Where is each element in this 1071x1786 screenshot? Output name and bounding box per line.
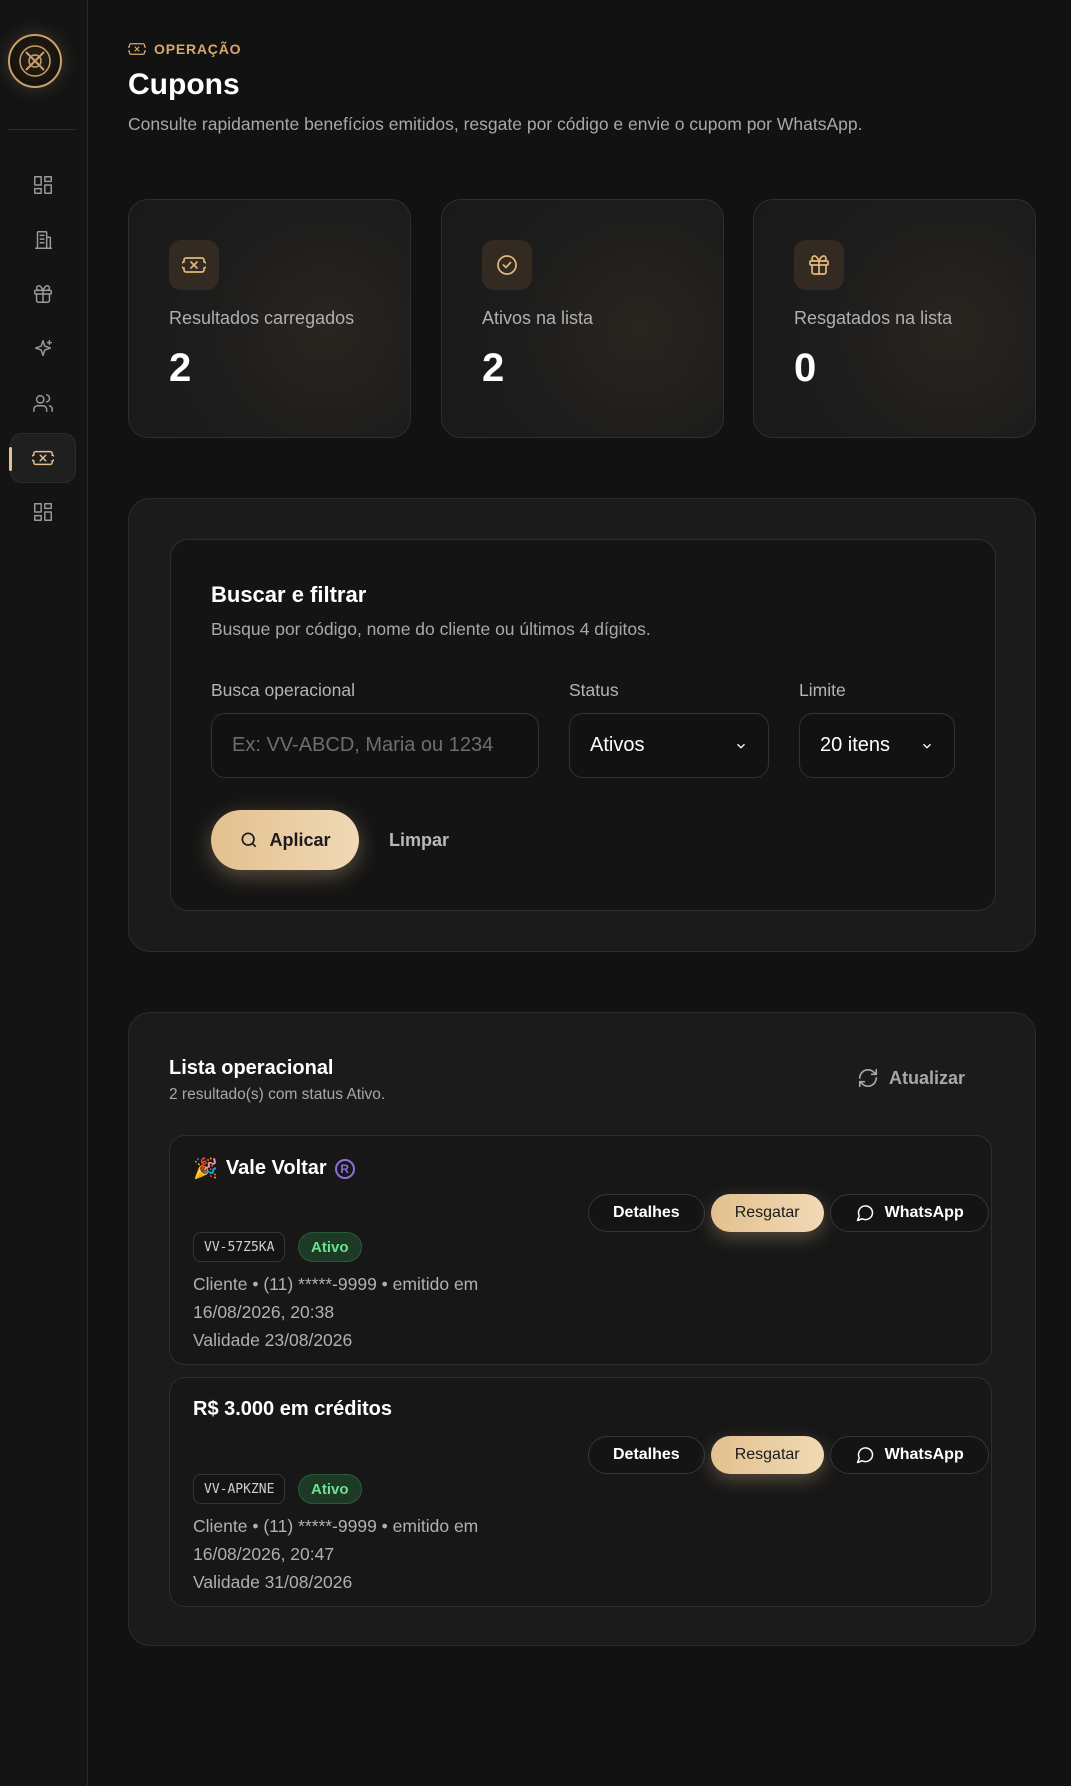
coupon-card: 🎉 Vale Voltar R VV-57Z5KA Ativo Cliente … xyxy=(169,1135,992,1365)
whatsapp-button[interactable]: WhatsApp xyxy=(829,1436,989,1474)
stat-label: Resgatados na lista xyxy=(794,308,953,328)
users-icon xyxy=(33,394,53,412)
search-icon xyxy=(241,832,257,848)
chat-bubble-icon xyxy=(856,1205,873,1222)
status-label: Status xyxy=(569,680,619,700)
sidebar-item-users[interactable] xyxy=(10,378,76,428)
stat-icon-wrap xyxy=(794,240,844,290)
refresh-label: Atualizar xyxy=(888,1067,965,1088)
chevron-down-icon xyxy=(923,743,931,749)
stat-card-loaded: Resultados carregados 2 xyxy=(128,199,411,438)
party-emoji-icon: 🎉 xyxy=(193,1158,218,1180)
coupon-issued-date: 16/08/2026, 20:38 xyxy=(193,1302,335,1322)
brand-logo[interactable] xyxy=(8,34,62,88)
stat-icon-wrap xyxy=(169,240,219,290)
coupon-name: Vale Voltar xyxy=(225,1157,327,1179)
sidebar xyxy=(0,0,88,1786)
whatsapp-label: WhatsApp xyxy=(884,1446,964,1463)
stat-value: 0 xyxy=(794,346,817,390)
details-button[interactable]: Detalhes xyxy=(588,1194,705,1232)
stat-card-active: Ativos na lista 2 xyxy=(441,199,724,438)
sidebar-divider xyxy=(8,129,76,130)
sidebar-item-dashboard-2[interactable] xyxy=(10,487,76,537)
stat-card-redeemed: Resgatados na lista 0 xyxy=(753,199,1036,438)
coupon-client-line: Cliente • (11) *****-9999 • emitido em xyxy=(193,1516,479,1536)
list-title: Lista operacional xyxy=(169,1057,334,1079)
refresh-icon xyxy=(858,1068,878,1088)
stat-value: 2 xyxy=(482,346,505,390)
refresh-button[interactable]: Atualizar xyxy=(857,1067,965,1089)
filter-form: Buscar e filtrar Busque por código, nome… xyxy=(170,539,996,911)
search-label: Busca operacional xyxy=(211,680,355,700)
stat-label: Resultados carregados xyxy=(169,308,355,328)
chevron-down-icon xyxy=(737,743,745,749)
coupon-validity: Validade 23/08/2026 xyxy=(193,1330,353,1350)
building-icon xyxy=(34,231,52,249)
limit-label: Limite xyxy=(799,680,846,700)
ticket-icon xyxy=(182,257,206,273)
coupon-list-panel: Lista operacional 2 resultado(s) com sta… xyxy=(128,1012,1036,1646)
coupon-name: R$ 3.000 em créditos xyxy=(193,1398,392,1420)
search-input[interactable]: Ex: VV-ABCD, Maria ou 1234 xyxy=(211,713,539,778)
page-title: Cupons xyxy=(128,68,240,101)
coupon-client-line: Cliente • (11) *****-9999 • emitido em xyxy=(193,1274,479,1294)
apply-label: Aplicar xyxy=(269,829,331,850)
gift-icon xyxy=(809,255,829,275)
coupon-validity: Validade 31/08/2026 xyxy=(193,1572,353,1592)
coupon-info: Cliente • (11) *****-9999 • emitido em 1… xyxy=(193,1512,553,1596)
chat-bubble-icon xyxy=(856,1447,873,1464)
filter-subtitle: Busque por código, nome do cliente ou úl… xyxy=(211,619,651,639)
sidebar-item-rewards[interactable] xyxy=(10,269,76,319)
gift-icon xyxy=(34,285,52,303)
sidebar-item-highlights[interactable] xyxy=(10,324,76,374)
coupon-card: R$ 3.000 em créditos VV-APKZNE Ativo Cli… xyxy=(169,1377,992,1607)
coupon-code: VV-57Z5KA xyxy=(193,1232,286,1262)
status-badge: Ativo xyxy=(298,1232,362,1262)
list-subtitle: 2 resultado(s) com status Ativo. xyxy=(169,1086,386,1103)
sidebar-item-coupons[interactable] xyxy=(9,433,76,483)
coupon-info: Cliente • (11) *****-9999 • emitido em 1… xyxy=(193,1270,553,1354)
dashboard-icon xyxy=(34,503,52,521)
sidebar-item-companies[interactable] xyxy=(10,215,76,265)
redeem-button[interactable]: Resgatar xyxy=(710,1436,824,1474)
check-circle-icon xyxy=(497,255,517,275)
coupon-code: VV-APKZNE xyxy=(193,1474,286,1504)
clear-button[interactable]: Limpar xyxy=(389,830,449,851)
sidebar-item-dashboard[interactable] xyxy=(10,160,76,210)
details-button[interactable]: Detalhes xyxy=(588,1436,705,1474)
stat-icon-wrap xyxy=(482,240,532,290)
coupon-actions: Detalhes Resgatar WhatsApp xyxy=(588,1194,989,1232)
whatsapp-label: WhatsApp xyxy=(884,1204,964,1221)
dashboard-icon xyxy=(34,176,52,194)
coupon-actions: Detalhes Resgatar WhatsApp xyxy=(588,1436,989,1474)
redeem-button[interactable]: Resgatar xyxy=(710,1194,824,1232)
status-select[interactable]: Ativos xyxy=(569,713,769,778)
status-select-value: Ativos xyxy=(590,734,645,756)
stat-value: 2 xyxy=(169,346,192,390)
filter-title: Buscar e filtrar xyxy=(211,582,367,607)
ticket-icon xyxy=(32,450,54,466)
whatsapp-button[interactable]: WhatsApp xyxy=(829,1194,989,1232)
apply-button[interactable]: Aplicar xyxy=(211,810,359,870)
registered-mark: R xyxy=(334,1158,355,1179)
page-subtitle: Consulte rapidamente benefícios emitidos… xyxy=(128,114,863,134)
coupon-title: 🎉 Vale Voltar R xyxy=(193,1156,355,1181)
ticket-icon xyxy=(128,43,146,55)
search-placeholder: Ex: VV-ABCD, Maria ou 1234 xyxy=(232,734,494,756)
coupon-title: R$ 3.000 em créditos xyxy=(193,1398,392,1421)
sparkles-icon xyxy=(34,340,52,357)
limit-select[interactable]: 20 itens xyxy=(799,713,955,778)
limit-select-value: 20 itens xyxy=(820,734,891,756)
coupon-issued-date: 16/08/2026, 20:47 xyxy=(193,1544,335,1564)
logo-emblem-icon xyxy=(19,45,51,77)
filter-panel: Buscar e filtrar Busque por código, nome… xyxy=(128,498,1036,952)
eyebrow-label: OPERAÇÃO xyxy=(154,41,242,57)
status-badge: Ativo xyxy=(298,1474,362,1504)
stat-label: Ativos na lista xyxy=(482,308,594,328)
section-eyebrow: OPERAÇÃO xyxy=(128,40,241,58)
